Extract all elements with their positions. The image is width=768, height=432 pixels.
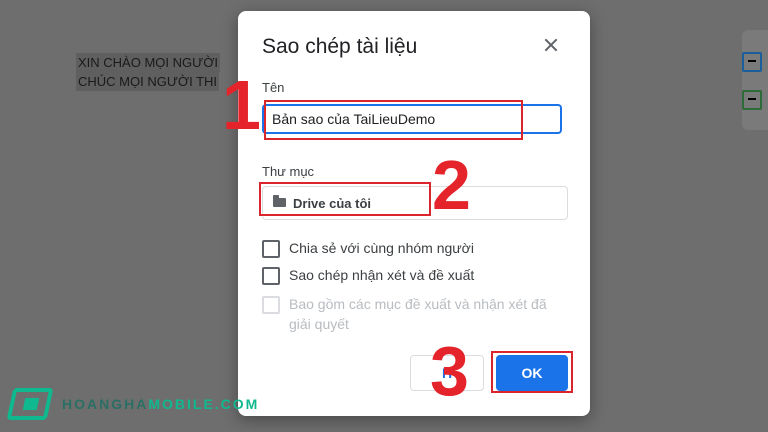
copy-comments-checkbox[interactable] — [262, 267, 280, 285]
step-2-marker: 2 — [432, 146, 471, 224]
brand-logo-icon — [6, 384, 54, 424]
brand-watermark: HOANGHAMOBILE.COM — [6, 384, 259, 424]
side-panel — [742, 30, 768, 130]
step-1-marker: 1 — [222, 66, 261, 144]
document-line-2: CHÚC MỌI NGƯỜI THI — [76, 72, 220, 91]
document-text: XIN CHÀO MỌI NGƯỜI CHÚC MỌI NGƯỜI THI — [76, 53, 220, 91]
add-comment-icon[interactable] — [742, 52, 762, 72]
option-include-resolved: Bao gồm các mục đề xuất và nhận xét đã g… — [262, 294, 562, 334]
share-label: Chia sẻ với cùng nhóm người — [289, 240, 474, 256]
share-checkbox[interactable] — [262, 240, 280, 258]
brand-rest: MOBILE.COM — [148, 396, 260, 412]
brand-main: HOANGHA — [62, 396, 149, 412]
option-share-same-people[interactable]: Chia sẻ với cùng nhóm người — [262, 240, 474, 258]
name-input[interactable] — [262, 104, 562, 134]
brand-text: HOANGHAMOBILE.COM — [62, 396, 259, 412]
ok-button[interactable]: OK — [496, 355, 568, 391]
folder-icon — [273, 195, 286, 207]
name-label: Tên — [262, 80, 285, 95]
document-line-1: XIN CHÀO MỌI NGƯỜI — [76, 53, 220, 72]
copy-comments-label: Sao chép nhận xét và đề xuất — [289, 267, 475, 283]
close-icon[interactable] — [540, 35, 562, 57]
option-copy-comments[interactable]: Sao chép nhận xét và đề xuất — [262, 267, 474, 285]
include-resolved-checkbox — [262, 296, 280, 314]
dialog-title: Sao chép tài liệu — [262, 35, 418, 58]
include-resolved-label: Bao gồm các mục đề xuất và nhận xét đã g… — [289, 296, 547, 332]
folder-selector[interactable]: Drive của tôi — [262, 186, 568, 220]
step-3-marker: 3 — [430, 332, 469, 410]
folder-value: Drive của tôi — [293, 196, 372, 211]
suggest-edit-icon[interactable] — [742, 90, 762, 110]
copy-document-dialog: Sao chép tài liệu Tên Thư mục Drive của … — [238, 11, 590, 416]
folder-label: Thư mục — [262, 164, 315, 179]
